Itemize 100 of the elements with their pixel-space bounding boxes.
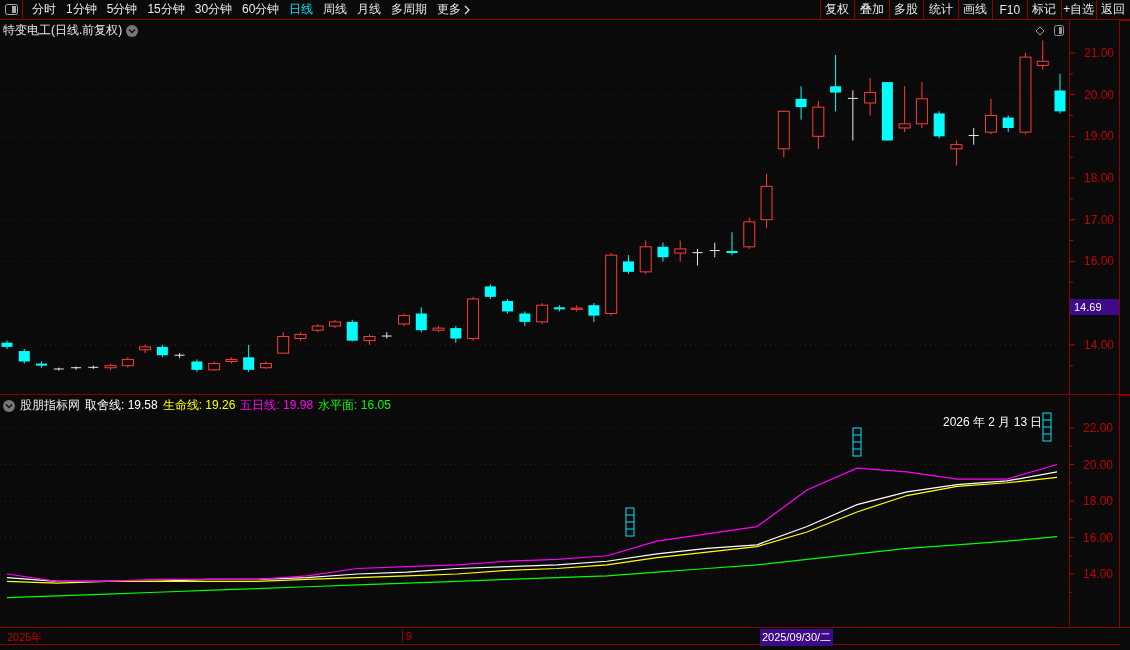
axis-label: 18.00 — [1083, 494, 1114, 508]
candlestick — [622, 254, 634, 275]
candlestick — [415, 306, 427, 333]
candlestick — [156, 344, 168, 358]
candlestick — [502, 298, 514, 315]
candlestick — [674, 240, 687, 262]
candlestick — [294, 331, 307, 342]
candlestick — [709, 242, 721, 258]
chevron-right-icon — [464, 4, 471, 15]
candlestick — [329, 319, 341, 329]
legend-value: 取舍线: 19.58 — [85, 397, 158, 414]
price-label: 16.00 — [1084, 254, 1115, 269]
toolbar-button[interactable]: 返回 — [1095, 0, 1130, 19]
candlestick — [795, 85, 807, 121]
legend-value: 生命线: 19.26 — [162, 397, 236, 414]
toolbar-button[interactable]: 多股 — [888, 0, 923, 19]
candlestick — [311, 323, 324, 333]
candlestick — [243, 344, 255, 373]
signal-mark-icon — [1042, 412, 1052, 442]
toolbar-button[interactable]: 标记 — [1026, 0, 1061, 19]
period-tab[interactable]: 15分钟 — [142, 0, 190, 19]
candlestick — [381, 331, 393, 340]
axis-label: 22.00 — [1083, 421, 1114, 436]
period-tab[interactable]: 分时 — [27, 0, 61, 19]
candlestick — [726, 231, 738, 256]
toolbar-button[interactable]: 统计 — [923, 0, 958, 19]
price-label: 19.00 — [1084, 129, 1115, 144]
candlestick — [277, 331, 290, 354]
period-tab[interactable]: 更多 — [432, 0, 476, 19]
period-tab[interactable]: 日线 — [284, 0, 319, 19]
toolbar-button[interactable]: 叠加 — [854, 0, 889, 19]
candlestick — [104, 363, 117, 371]
toolbar-button[interactable]: +自选 — [1061, 0, 1096, 19]
candlestick — [639, 240, 652, 275]
candlestick — [657, 242, 669, 262]
candlestick — [1054, 73, 1066, 114]
period-tab[interactable]: 60分钟 — [237, 0, 285, 19]
candlestick — [605, 252, 618, 317]
candlestick — [174, 352, 186, 359]
candlestick — [968, 127, 980, 146]
axis-label: 20.00 — [1083, 457, 1114, 472]
toolbar-button[interactable]: 复权 — [819, 0, 854, 19]
candlestick — [121, 356, 134, 369]
period-tab[interactable]: 周线 — [318, 0, 353, 19]
candlestick — [139, 344, 152, 354]
candlestick — [692, 248, 703, 267]
candlestick — [830, 54, 842, 112]
candlestick — [743, 217, 756, 250]
candlestick — [1036, 39, 1049, 71]
candlestick — [1, 340, 13, 350]
month-label: 9 — [402, 630, 413, 642]
candlestick — [553, 304, 565, 312]
toolbar-button[interactable]: 画线 — [957, 0, 992, 19]
candlestick — [898, 85, 911, 133]
date-tag: 2025/09/30/二 — [760, 629, 834, 646]
candlestick — [432, 325, 445, 333]
candlestick — [536, 302, 549, 325]
candlestick — [18, 348, 30, 365]
candlestick — [915, 81, 928, 129]
date-note: 2026 年 2 月 13 日 — [943, 414, 1043, 431]
candlestick — [191, 358, 203, 373]
panel-toggle-icon[interactable] — [1054, 25, 1064, 36]
candlestick — [881, 81, 893, 141]
price-label: 20.00 — [1084, 87, 1115, 102]
candlestick — [812, 100, 825, 150]
toolbar-button[interactable]: F10 — [992, 0, 1027, 19]
candlestick — [208, 361, 221, 372]
price-label: 18.00 — [1084, 171, 1115, 185]
period-tab[interactable]: 30分钟 — [189, 0, 238, 19]
axis-label: 16.00 — [1083, 530, 1114, 545]
candlestick — [519, 310, 531, 327]
axis-label: 14.00 — [1083, 567, 1114, 581]
candlestick — [777, 110, 790, 158]
period-tab[interactable]: 5分钟 — [101, 0, 143, 19]
indicator-name: 股朋指标网 — [20, 397, 80, 414]
candlestick — [760, 173, 773, 229]
candlestick — [847, 89, 859, 141]
signal-mark-icon — [625, 507, 635, 537]
price-label: 21.00 — [1084, 45, 1115, 60]
candlestick — [70, 366, 82, 371]
period-tab[interactable]: 多周期 — [386, 0, 433, 19]
period-tab[interactable]: 月线 — [352, 0, 387, 19]
legend-value: 水平面: 16.05 — [318, 397, 391, 414]
diamond-icon[interactable] — [1035, 26, 1045, 36]
candlestick — [933, 110, 945, 139]
dropdown-icon[interactable] — [3, 399, 15, 412]
signal-mark-icon — [852, 427, 862, 457]
candlestick — [950, 140, 963, 166]
candlestick — [588, 302, 600, 323]
candlestick — [467, 296, 480, 342]
price-label: 14.00 — [1084, 337, 1115, 352]
candlestick — [363, 333, 376, 346]
candlestick — [53, 367, 65, 372]
candlestick — [87, 365, 99, 370]
year-label: 2025年 — [7, 630, 43, 645]
period-tab[interactable]: 1分钟 — [61, 0, 102, 19]
candlestick — [484, 283, 496, 300]
panel-toggle-icon[interactable] — [4, 4, 18, 15]
price-tag: 14.69 — [1070, 299, 1119, 315]
dropdown-icon[interactable] — [126, 24, 139, 37]
